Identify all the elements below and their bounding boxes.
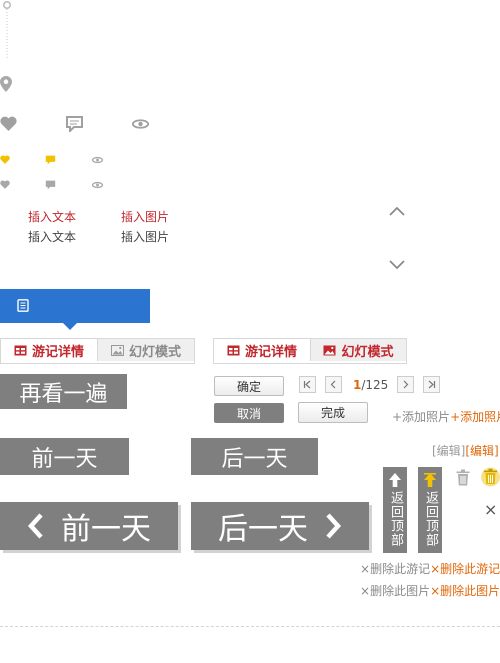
add-photo-links: +添加照片+添加照片	[392, 410, 500, 424]
chevron-up-icon[interactable]	[389, 206, 405, 216]
total-pages: /125	[361, 378, 389, 392]
replay-button[interactable]: 再看一遍	[0, 374, 127, 409]
heart-icon[interactable]	[0, 155, 10, 164]
mode-tabs: 游记详情 幻灯模式	[213, 338, 407, 364]
notes-toolbar[interactable]	[0, 289, 150, 323]
comment-icon[interactable]	[66, 116, 83, 132]
arrow-up-icon	[424, 473, 436, 487]
mode-tabs: 游记详情 幻灯模式	[0, 338, 195, 364]
tab-detail[interactable]: 游记详情	[214, 339, 310, 361]
add-photo-link[interactable]: +添加照片	[392, 410, 450, 424]
dotted-divider	[0, 626, 500, 627]
edit-link-hover[interactable]: [编辑]	[465, 444, 498, 458]
comment-icon[interactable]	[45, 180, 56, 190]
prev-day-large-label: 前一天	[61, 512, 151, 547]
next-day-large-button[interactable]: 后一天	[191, 502, 369, 550]
heart-icon[interactable]	[0, 180, 10, 189]
insert-text-link[interactable]: 插入文本	[28, 230, 76, 244]
delete-note-link-hover[interactable]: ×删除此游记	[430, 562, 500, 576]
back-to-top-label: 返回顶部	[423, 491, 438, 547]
eye-icon[interactable]	[132, 118, 149, 130]
prev-day-button[interactable]: 前一天	[0, 438, 129, 475]
table-icon	[14, 345, 27, 355]
tab-detail-label: 游记详情	[31, 344, 84, 360]
delete-image-link-hover[interactable]: ×删除此图片	[430, 584, 500, 598]
eye-icon[interactable]	[92, 181, 103, 189]
next-day-button[interactable]: 后一天	[191, 438, 318, 475]
notes-icon	[17, 299, 29, 312]
edit-links: [编辑][编辑]	[432, 444, 499, 458]
last-page-button[interactable]	[423, 376, 440, 393]
back-to-top-button-hover[interactable]: 返回顶部	[418, 467, 442, 553]
tab-detail-label: 游记详情	[244, 344, 297, 360]
pin-line	[3, 0, 11, 60]
page-indicator: 1/125	[353, 378, 388, 392]
close-icon[interactable]: ×	[484, 502, 497, 518]
back-to-top-button[interactable]: 返回顶部	[383, 467, 407, 553]
comment-icon[interactable]	[45, 155, 56, 165]
add-photo-link-hover[interactable]: +添加照片	[450, 410, 500, 424]
done-button[interactable]: 完成	[298, 402, 368, 423]
insert-image-link[interactable]: 插入图片	[121, 210, 169, 224]
cancel-button[interactable]: 取消	[214, 403, 284, 423]
tab-detail[interactable]: 游记详情	[1, 339, 97, 361]
image-icon	[323, 345, 336, 355]
delete-note-links: ×删除此游记×删除此游记	[360, 562, 500, 576]
notes-toolbar-pointer	[63, 323, 77, 330]
chevron-right-icon	[326, 513, 342, 539]
delete-note-link[interactable]: ×删除此游记	[360, 562, 430, 576]
delete-image-links: ×删除此图片×删除此图片	[360, 584, 500, 598]
prev-day-large-button[interactable]: 前一天	[0, 502, 178, 550]
first-page-button[interactable]	[299, 376, 316, 393]
tab-slideshow-label: 幻灯模式	[128, 344, 181, 360]
next-page-button[interactable]	[397, 376, 414, 393]
chevron-left-icon	[27, 513, 43, 539]
edit-link[interactable]: [编辑]	[432, 444, 465, 458]
trash-icon[interactable]	[481, 467, 500, 487]
delete-image-link[interactable]: ×删除此图片	[360, 584, 430, 598]
back-to-top-label: 返回顶部	[388, 491, 403, 547]
tab-slideshow[interactable]: 幻灯模式	[97, 339, 194, 361]
map-pin-icon	[0, 76, 12, 92]
insert-image-link[interactable]: 插入图片	[121, 230, 169, 244]
chevron-down-icon[interactable]	[389, 260, 405, 270]
prev-page-button[interactable]	[325, 376, 342, 393]
table-icon	[227, 345, 240, 355]
insert-text-link[interactable]: 插入文本	[28, 210, 76, 224]
arrow-up-icon	[389, 473, 401, 487]
tab-slideshow[interactable]: 幻灯模式	[310, 339, 406, 361]
image-icon	[110, 344, 124, 356]
tab-slideshow-label: 幻灯模式	[341, 344, 394, 360]
heart-icon[interactable]	[0, 116, 17, 131]
trash-icon[interactable]	[456, 469, 470, 486]
next-day-large-label: 后一天	[218, 512, 308, 547]
confirm-button[interactable]: 确定	[214, 376, 284, 396]
eye-icon[interactable]	[92, 156, 103, 164]
